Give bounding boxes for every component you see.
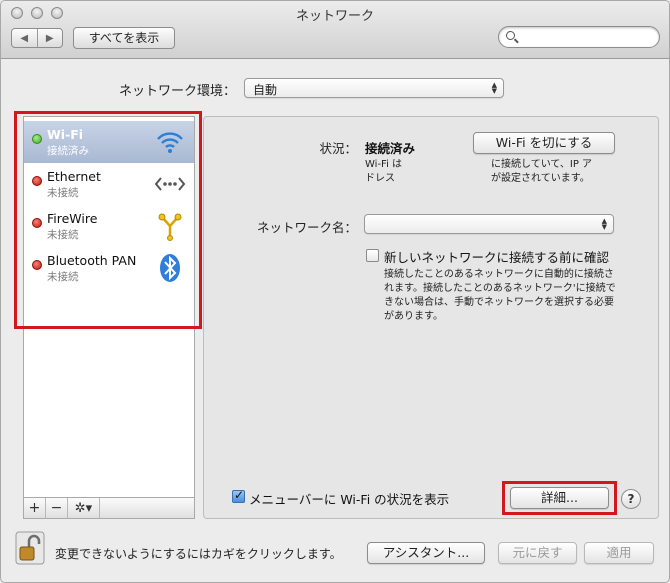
network-name-label: ネットワーク名：	[256, 220, 357, 235]
service-status: 未接続	[47, 187, 79, 199]
service-name: FireWire	[47, 211, 98, 226]
wifi-icon	[157, 132, 183, 153]
status-dot-icon	[32, 134, 42, 144]
forward-button[interactable]: ▶	[36, 29, 63, 47]
remove-service-button[interactable]: −	[46, 498, 68, 518]
status-desc-right-1: に接続していて、IP ア	[491, 159, 593, 170]
location-value: 自動	[253, 83, 278, 97]
status-desc-right-2: が設定されています。	[491, 173, 590, 184]
toolbar: ネットワーク ◀ ▶ すべてを表示	[1, 1, 669, 59]
ethernet-icon	[154, 177, 186, 191]
network-name-popup[interactable]: ▲ ▼	[364, 214, 614, 234]
ask-join-checkbox[interactable]	[366, 249, 379, 262]
revert-button[interactable]: 元に戻す	[498, 542, 577, 564]
back-button[interactable]: ◀	[12, 29, 37, 47]
firewire-icon	[158, 213, 182, 241]
window-title: ネットワーク	[295, 9, 374, 24]
service-name: Wi-Fi	[47, 127, 84, 142]
show-menubar-checkbox[interactable]	[232, 488, 245, 503]
help-button[interactable]: ?	[621, 489, 641, 509]
assistant-button[interactable]: アシスタント...	[367, 542, 485, 564]
status-value: 接続済み	[365, 141, 416, 156]
bluetooth-icon	[160, 254, 180, 282]
status-label: 状況：	[319, 141, 357, 156]
service-status: 接続済み	[47, 145, 89, 157]
service-name: Bluetooth PAN	[47, 253, 137, 268]
wifi-toggle-button[interactable]: Wi-Fi を切にする	[473, 132, 615, 154]
service-status: 未接続	[47, 271, 79, 283]
service-item-wifi[interactable]: Wi-Fi 接続済み	[24, 121, 194, 163]
service-list-controls: + − ✲▾	[23, 497, 195, 519]
add-service-button[interactable]: +	[24, 498, 46, 518]
network-preferences-window: ネットワーク ◀ ▶ すべてを表示 ネットワーク環境： 自動 ▲ ▼ Wi-Fi …	[0, 0, 670, 583]
lock-icon[interactable]	[15, 531, 45, 565]
status-dot-icon	[32, 260, 42, 270]
apply-button[interactable]: 適用	[584, 542, 654, 564]
status-dot-icon	[32, 218, 42, 228]
service-status: 未接続	[47, 229, 79, 241]
back-forward-control: ◀ ▶	[11, 28, 63, 48]
status-dot-icon	[32, 176, 42, 186]
service-item-firewire[interactable]: FireWire 未接続	[24, 205, 194, 247]
service-item-bluetooth-pan[interactable]: Bluetooth PAN 未接続	[24, 247, 194, 289]
status-desc-left-1: Wi-Fi は	[365, 159, 403, 170]
service-item-ethernet[interactable]: Ethernet 未接続	[24, 163, 194, 205]
popup-arrows-icon: ▲ ▼	[491, 81, 497, 95]
location-popup[interactable]: 自動 ▲ ▼	[244, 78, 504, 98]
show-menubar-label: メニューバーに Wi-Fi の状況を表示	[249, 492, 450, 507]
ask-join-help-text: 接続したことのあるネットワークに自動的に接続されます。接続したことのあるネットワ…	[384, 269, 616, 322]
ask-join-label: 新しいネットワークに接続する前に確認	[384, 250, 610, 265]
advanced-button[interactable]: 詳細...	[510, 487, 609, 509]
search-icon	[506, 31, 515, 40]
popup-arrows-icon: ▲ ▼	[601, 217, 607, 231]
show-all-button[interactable]: すべてを表示	[73, 27, 175, 49]
search-field[interactable]	[498, 26, 660, 48]
service-list: Wi-Fi 接続済み Ethernet 未接続 FireWire 未接続 Blu…	[23, 116, 195, 519]
service-name: Ethernet	[47, 169, 101, 184]
lock-message: 変更できないようにするにはカギをクリックします。	[55, 547, 342, 561]
gear-icon[interactable]: ✲▾	[68, 498, 100, 518]
location-label: ネットワーク環境：	[119, 84, 237, 99]
status-desc-left-2: ドレス	[365, 173, 395, 184]
